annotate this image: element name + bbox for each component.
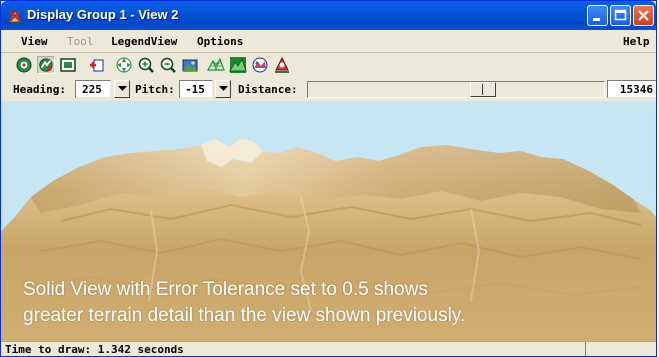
menu-view[interactable]: View [21,35,48,48]
distance-slider[interactable] [307,81,605,98]
title-bar[interactable]: Display Group 1 - View 2 [1,1,656,30]
distance-label: Distance: [238,83,298,96]
heading-dropdown-button[interactable] [114,80,130,98]
menu-legendview[interactable]: LegendView [111,35,177,48]
caption-line-1: Solid View with Error Tolerance set to 0… [23,279,428,300]
view-render-icon[interactable] [37,56,55,74]
distance-slider-thumb[interactable] [470,82,496,97]
zoom-out-icon[interactable] [159,56,177,74]
wireframe-icon[interactable] [207,56,225,74]
toolbar [1,53,656,79]
maximize-icon [614,9,627,21]
pitch-value: -15 [185,83,205,96]
app-icon [8,9,22,23]
minimize-button[interactable] [587,5,608,26]
menu-bar: View Tool LegendView Options Help [1,30,656,53]
minimize-icon [593,18,600,21]
status-bar: Time to draw: 1.342 seconds [1,341,656,356]
viewer-position-icon[interactable] [273,56,291,74]
color-terrain-icon[interactable] [251,56,269,74]
chevron-down-icon [219,86,228,91]
maximize-button[interactable] [610,5,631,26]
pitch-label: Pitch: [135,83,175,96]
app-window: Display Group 1 - View 2 View Tool Legen… [0,0,657,357]
distance-field[interactable]: 15346 [607,80,656,98]
3d-view-canvas[interactable]: Solid View with Error Tolerance set to 0… [1,101,656,341]
frame-icon[interactable] [59,56,77,74]
zoom-in-icon[interactable] [137,56,155,74]
draw-time-status: Time to draw: 1.342 seconds [5,343,184,356]
distance-value: 15346 [619,83,653,96]
chevron-down-icon [118,86,127,91]
photo-icon[interactable] [181,56,199,74]
close-icon [638,10,649,21]
caption-line-2: greater terrain detail than the view sho… [23,305,466,326]
heading-value: 225 [82,83,102,96]
status-separator [585,342,586,356]
add-layer-icon[interactable] [87,56,105,74]
menu-tool[interactable]: Tool [67,35,94,48]
view-zoom-icon[interactable] [15,56,33,74]
menu-help[interactable]: Help [623,35,650,48]
pitch-field[interactable]: -15 [179,80,213,98]
pitch-dropdown-button[interactable] [215,80,231,98]
close-button[interactable] [633,5,654,26]
heading-field[interactable]: 225 [75,80,111,98]
window-title: Display Group 1 - View 2 [27,7,179,22]
view-controls: Heading: 225 Pitch: -15 Distance: 15346 [1,79,656,101]
solid-terrain-icon[interactable] [229,56,247,74]
pan-icon[interactable] [115,56,133,74]
heading-label: Heading: [13,83,66,96]
menu-options[interactable]: Options [197,35,243,48]
